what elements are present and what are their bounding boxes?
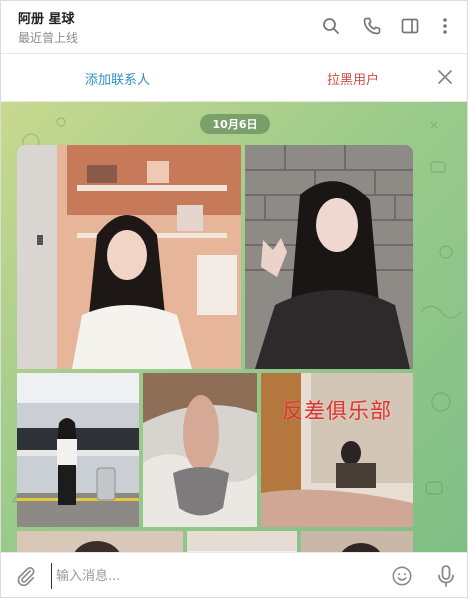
close-icon[interactable] xyxy=(435,67,455,87)
message-list[interactable]: 10月6日 反差俱乐部 xyxy=(1,102,467,552)
watermark-text: 反差俱乐部 xyxy=(282,399,392,423)
emoji-icon[interactable] xyxy=(391,565,413,587)
album-photo-watermarked[interactable]: 反差俱乐部 xyxy=(261,373,413,527)
more-vertical-icon[interactable] xyxy=(434,15,456,37)
add-contact-button[interactable]: 添加联系人 xyxy=(85,69,150,88)
microphone-icon[interactable] xyxy=(435,564,457,588)
search-icon[interactable] xyxy=(320,15,342,37)
chat-title[interactable]: 阿册 星球 xyxy=(18,8,75,27)
message-input[interactable] xyxy=(51,563,378,589)
contact-action-bar: 添加联系人 拉黑用户 xyxy=(1,54,467,102)
album-photo[interactable] xyxy=(301,531,413,552)
album-photo[interactable] xyxy=(245,145,413,369)
sidebar-toggle-icon[interactable] xyxy=(399,15,421,37)
chat-status: 最近曾上线 xyxy=(18,31,79,45)
chat-header: 阿册 星球 最近曾上线 xyxy=(1,1,467,54)
album-photo[interactable] xyxy=(143,373,257,527)
album-photo[interactable] xyxy=(17,373,139,527)
album-photo[interactable] xyxy=(17,531,183,552)
album-photo[interactable] xyxy=(17,145,241,369)
block-user-button[interactable]: 拉黑用户 xyxy=(327,69,379,88)
photo-album: 反差俱乐部 xyxy=(17,145,413,552)
message-composer xyxy=(1,552,467,597)
chat-window: 阿册 星球 最近曾上线 添加联系人 拉黑用户 10月6日 反差俱乐部 输入消息.… xyxy=(0,0,468,598)
album-photo[interactable] xyxy=(187,531,297,552)
paperclip-icon[interactable] xyxy=(15,565,37,587)
date-separator: 10月6日 xyxy=(200,114,270,134)
phone-icon[interactable] xyxy=(361,15,383,37)
